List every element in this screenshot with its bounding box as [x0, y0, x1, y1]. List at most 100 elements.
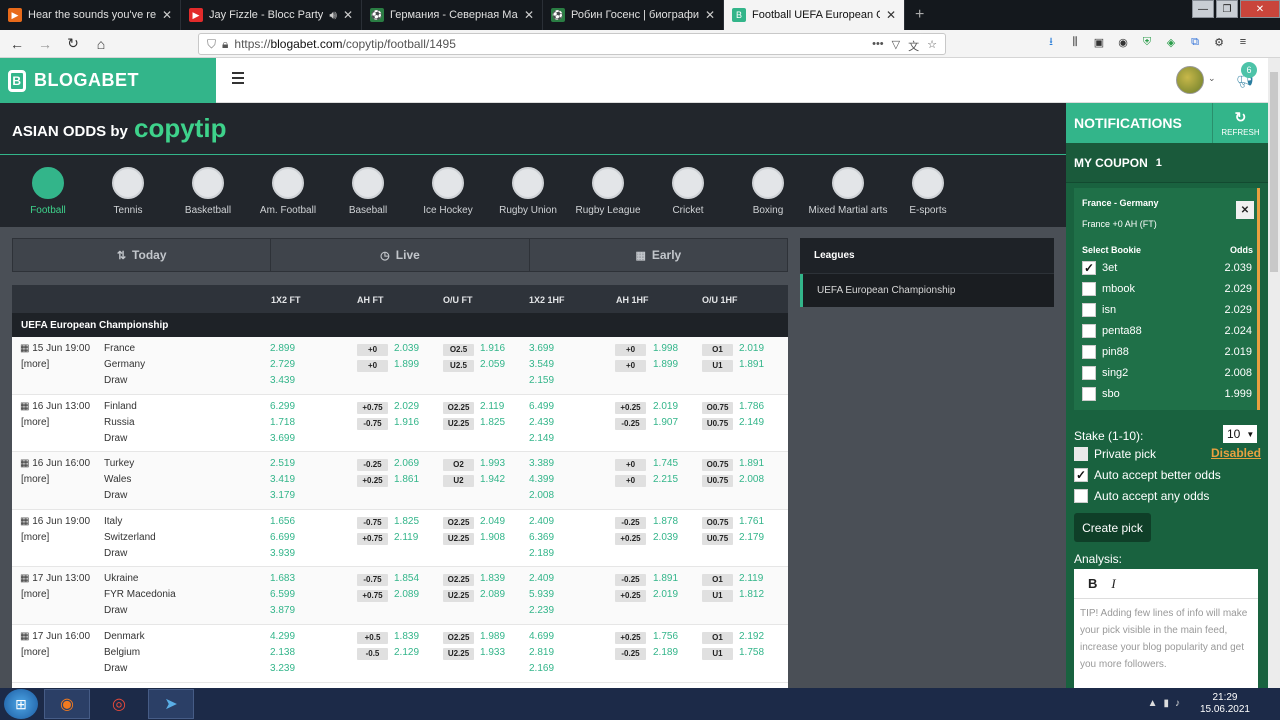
- odds-value[interactable]: 1.933: [480, 647, 505, 658]
- bookmark-star-icon[interactable]: ☆: [927, 38, 937, 54]
- odds-value[interactable]: 3.389: [529, 458, 554, 469]
- odds-value[interactable]: 3.879: [270, 605, 295, 616]
- bookie-row[interactable]: sing2 2.008: [1082, 363, 1258, 383]
- odds-value[interactable]: 2.039: [394, 343, 419, 354]
- menu-dots-icon[interactable]: •••: [872, 38, 884, 54]
- odds-value[interactable]: 1.839: [480, 573, 505, 584]
- more-link[interactable]: [more]: [21, 474, 49, 485]
- forward-button[interactable]: →: [34, 33, 56, 55]
- sport-rugby-league[interactable]: Rugby League: [568, 155, 648, 227]
- odds-value[interactable]: 1.756: [653, 631, 678, 642]
- pocket-icon[interactable]: ▽: [892, 38, 900, 54]
- tab-early[interactable]: ▦ Early: [529, 239, 787, 271]
- odds-value[interactable]: 1.891: [739, 359, 764, 370]
- telegram-taskbar-icon[interactable]: ➤: [148, 689, 194, 719]
- browser-tab[interactable]: ▶ Jay Fizzle - Blocc Party (Offi 🔊︎ ✕: [181, 0, 362, 30]
- odds-value[interactable]: 1.825: [480, 417, 505, 428]
- odds-value[interactable]: 2.439: [529, 417, 554, 428]
- bookie-row[interactable]: mbook 2.029: [1082, 279, 1258, 299]
- sport-basketball[interactable]: Basketball: [168, 155, 248, 227]
- more-link[interactable]: [more]: [21, 532, 49, 543]
- odds-value[interactable]: 2.069: [394, 458, 419, 469]
- odds-value[interactable]: 1.745: [653, 458, 678, 469]
- sport-e-sports[interactable]: E-sports: [888, 155, 968, 227]
- clock[interactable]: 21:29 15.06.2021: [1200, 692, 1250, 716]
- odds-value[interactable]: 1.812: [739, 589, 764, 600]
- maximize-button[interactable]: ❐: [1216, 0, 1238, 18]
- account-icon[interactable]: ◉: [1116, 34, 1130, 50]
- extension-translate-icon[interactable]: ⧉: [1188, 34, 1202, 50]
- back-button[interactable]: ←: [6, 33, 28, 55]
- bookie-checkbox[interactable]: [1082, 387, 1096, 401]
- new-tab-button[interactable]: +: [905, 0, 934, 30]
- bold-icon[interactable]: B: [1088, 576, 1097, 591]
- odds-value[interactable]: 3.239: [270, 663, 295, 674]
- odds-value[interactable]: 1.916: [394, 417, 419, 428]
- browser-tab[interactable]: ⚽ Робин Госенс | биография, ф ✕: [543, 0, 724, 30]
- create-pick-button[interactable]: Create pick: [1074, 513, 1151, 542]
- bookie-checkbox[interactable]: ✓: [1082, 261, 1096, 275]
- odds-value[interactable]: 3.419: [270, 474, 295, 485]
- odds-value[interactable]: 1.989: [480, 631, 505, 642]
- odds-value[interactable]: 2.159: [529, 375, 554, 386]
- firefox-taskbar-icon[interactable]: ◉: [44, 689, 90, 719]
- odds-value[interactable]: 6.599: [270, 589, 295, 600]
- sport-boxing[interactable]: Boxing: [728, 155, 808, 227]
- odds-value[interactable]: 2.189: [529, 548, 554, 559]
- odds-value[interactable]: 4.699: [529, 631, 554, 642]
- extension-gear-icon[interactable]: ⚙: [1212, 34, 1226, 50]
- odds-value[interactable]: 1.899: [394, 359, 419, 370]
- hamburger-menu-icon[interactable]: [232, 72, 244, 84]
- my-coupon-header[interactable]: MY COUPON 1: [1066, 143, 1268, 183]
- odds-value[interactable]: 1.854: [394, 573, 419, 584]
- odds-value[interactable]: 2.019: [739, 343, 764, 354]
- translate-icon[interactable]: 文: [908, 38, 919, 54]
- more-link[interactable]: [more]: [21, 589, 49, 600]
- odds-value[interactable]: 1.656: [270, 516, 295, 527]
- odds-value[interactable]: 1.993: [480, 458, 505, 469]
- chevron-down-icon[interactable]: ⌄: [1208, 73, 1216, 84]
- odds-value[interactable]: 2.019: [653, 401, 678, 412]
- odds-value[interactable]: 2.008: [529, 490, 554, 501]
- odds-value[interactable]: 1.942: [480, 474, 505, 485]
- odds-value[interactable]: 1.718: [270, 417, 295, 428]
- download-icon[interactable]: ⭳: [1044, 34, 1058, 50]
- auto-better-row[interactable]: ✓ Auto accept better odds: [1074, 466, 1264, 484]
- odds-value[interactable]: 2.119: [739, 573, 763, 584]
- reload-button[interactable]: ↻: [62, 33, 84, 55]
- italic-icon[interactable]: I: [1111, 576, 1115, 592]
- odds-value[interactable]: 1.758: [739, 647, 764, 658]
- odds-value[interactable]: 2.029: [394, 401, 419, 412]
- avatar[interactable]: [1176, 66, 1204, 94]
- tab-live[interactable]: ◷ Live: [271, 239, 530, 271]
- tray-chevron-icon[interactable]: ▲: [1148, 698, 1158, 709]
- more-link[interactable]: [more]: [21, 359, 49, 370]
- odds-value[interactable]: 6.499: [529, 401, 554, 412]
- bookie-row[interactable]: ✓ 3et 2.039: [1082, 258, 1258, 278]
- odds-value[interactable]: 1.908: [480, 532, 505, 543]
- tab-close-icon[interactable]: ✕: [162, 8, 172, 22]
- extension-shield-icon[interactable]: ⛨: [1140, 34, 1154, 50]
- odds-value[interactable]: 2.239: [529, 605, 554, 616]
- tab-close-icon[interactable]: ✕: [343, 8, 353, 22]
- odds-value[interactable]: 2.089: [394, 589, 419, 600]
- odds-value[interactable]: 2.409: [529, 573, 554, 584]
- extension-green-icon[interactable]: ◈: [1164, 34, 1178, 50]
- bookie-checkbox[interactable]: [1082, 324, 1096, 338]
- odds-value[interactable]: 2.049: [480, 516, 505, 527]
- stake-select[interactable]: 10 ▼: [1223, 425, 1257, 443]
- tab-close-icon[interactable]: ✕: [705, 8, 715, 22]
- bookie-checkbox[interactable]: [1082, 366, 1096, 380]
- sport-mixed-martial-arts[interactable]: Mixed Martial arts: [808, 155, 888, 227]
- odds-value[interactable]: 2.149: [739, 417, 764, 428]
- private-pick-checkbox[interactable]: [1074, 447, 1088, 461]
- odds-value[interactable]: 1.907: [653, 417, 678, 428]
- odds-value[interactable]: 3.699: [270, 433, 295, 444]
- more-link[interactable]: [more]: [21, 647, 49, 658]
- bookie-row[interactable]: sbo 1.999: [1082, 384, 1258, 404]
- home-button[interactable]: ⌂: [90, 33, 112, 55]
- odds-value[interactable]: 2.149: [529, 433, 554, 444]
- odds-value[interactable]: 1.761: [739, 516, 764, 527]
- minimize-button[interactable]: —: [1192, 0, 1214, 18]
- tray-network-icon[interactable]: ▮: [1163, 698, 1169, 709]
